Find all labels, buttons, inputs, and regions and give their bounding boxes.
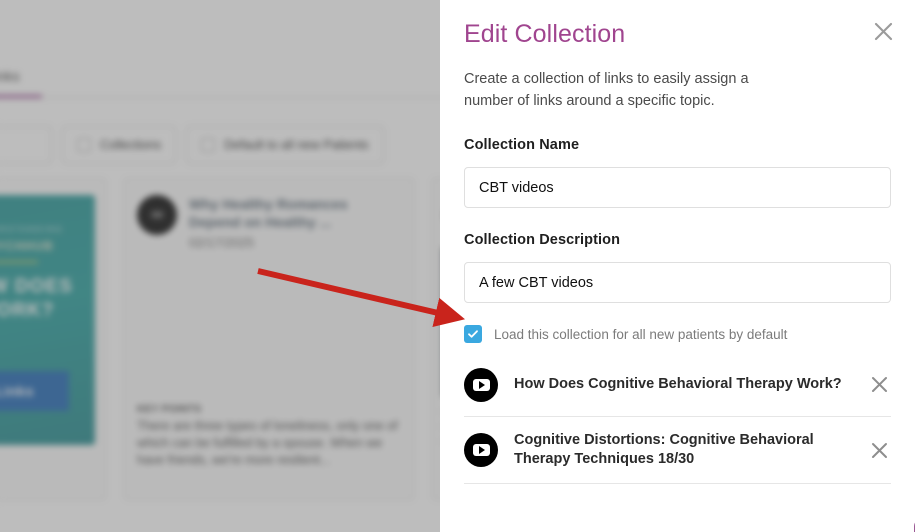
youtube-icon bbox=[464, 433, 498, 467]
collection-description-label: Collection Description bbox=[464, 232, 621, 248]
list-item[interactable]: Cognitive Distortions: Cognitive Behavio… bbox=[464, 417, 891, 484]
screen: Links Collections Default to all new Pat… bbox=[0, 0, 915, 532]
link-title: Cognitive Distortions: Cognitive Behavio… bbox=[514, 432, 814, 467]
edit-collection-panel: Edit Collection Create a collection of l… bbox=[440, 0, 915, 532]
close-icon[interactable] bbox=[869, 17, 897, 45]
checkbox-checked-icon[interactable] bbox=[464, 325, 482, 343]
modal-backdrop[interactable] bbox=[0, 0, 440, 532]
list-item[interactable]: How Does Cognitive Behavioral Therapy Wo… bbox=[464, 353, 891, 417]
youtube-icon bbox=[464, 367, 498, 402]
panel-description: Create a collection of links to easily a… bbox=[464, 71, 749, 109]
page-title: Edit Collection bbox=[464, 20, 626, 48]
collection-name-label: Collection Name bbox=[464, 137, 580, 153]
default-collection-checkbox-row[interactable]: Load this collection for all new patient… bbox=[464, 325, 787, 343]
collection-name-input[interactable] bbox=[464, 167, 891, 208]
default-collection-checkbox-label: Load this collection for all new patient… bbox=[494, 326, 788, 342]
remove-link-icon[interactable] bbox=[867, 438, 891, 462]
collection-description-input[interactable] bbox=[464, 262, 891, 303]
collection-links-list: How Does Cognitive Behavioral Therapy Wo… bbox=[464, 353, 891, 484]
remove-link-icon[interactable] bbox=[867, 373, 891, 397]
link-title: How Does Cognitive Behavioral Therapy Wo… bbox=[514, 376, 842, 392]
